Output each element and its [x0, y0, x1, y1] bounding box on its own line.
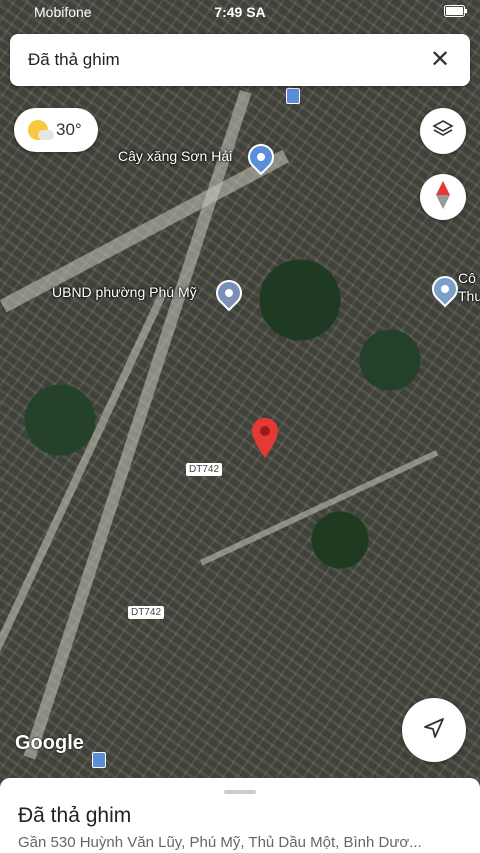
drag-handle[interactable]	[224, 790, 256, 794]
my-location-button[interactable]	[402, 698, 466, 762]
poi-label-cong: Cô	[458, 270, 476, 286]
navigation-arrow-icon	[422, 716, 446, 745]
compass-button[interactable]	[420, 174, 466, 220]
road	[200, 450, 439, 566]
road-label: DT742	[128, 606, 165, 619]
compass-icon	[436, 180, 450, 214]
government-icon[interactable]	[210, 274, 248, 312]
poi-label-ubnd: UBND phường Phú Mỹ	[52, 284, 197, 300]
search-bar[interactable]: Đã thả ghim ✕	[10, 34, 470, 86]
status-time: 7:49 SA	[214, 4, 266, 20]
bus-stop-icon[interactable]	[286, 88, 300, 104]
road-label: DT742	[186, 463, 223, 476]
google-logo: Google	[15, 732, 84, 754]
poi-label-thu: Thu	[458, 288, 480, 304]
cloud-icon	[38, 130, 54, 140]
place-title: Đã thả ghim	[18, 804, 132, 827]
temperature: 30°	[56, 120, 82, 139]
close-icon[interactable]: ✕	[424, 44, 456, 76]
layers-button[interactable]	[420, 108, 466, 154]
weather-chip[interactable]: 30°	[14, 108, 98, 152]
layers-icon	[432, 118, 454, 145]
bus-stop-icon[interactable]	[92, 752, 106, 768]
status-bar: Mobifone 7:49 SA	[0, 0, 480, 24]
place-sheet[interactable]: Đã thả ghim Gần 530 Huỳnh Văn Lũy, Phú M…	[0, 778, 480, 853]
battery-icon	[444, 4, 468, 20]
dropped-pin-icon[interactable]	[252, 418, 278, 463]
search-title: Đã thả ghim	[28, 50, 120, 69]
place-address: Gần 530 Huỳnh Văn Lũy, Phú Mỹ, Thủ Dầu M…	[18, 834, 422, 851]
poi-label-gas: Cây xăng Sơn Hải	[118, 148, 233, 164]
